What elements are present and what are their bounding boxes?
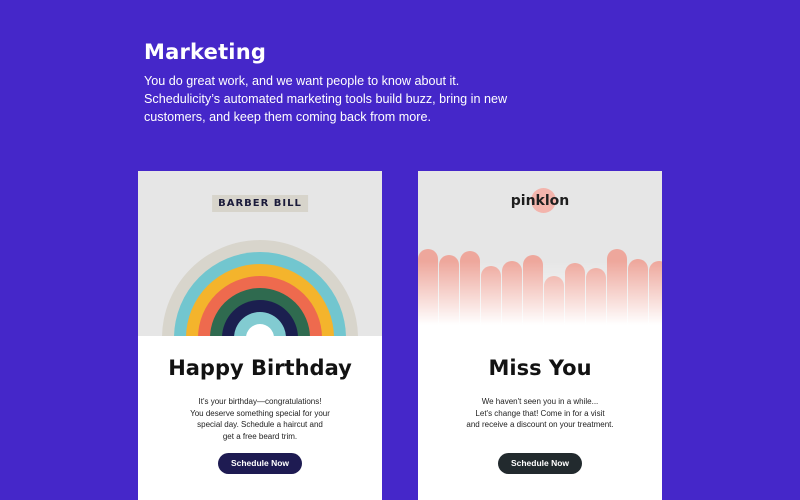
brand-logo: pinklon (510, 193, 570, 209)
card-hero: pinklon (418, 171, 662, 336)
schedule-now-button[interactable]: Schedule Now (498, 453, 582, 474)
card-message: It's your birthday—congratulations! You … (190, 397, 330, 441)
card-headline: Miss You (488, 356, 592, 380)
card-hero: BARBER BILL (138, 171, 382, 336)
marketing-section: Marketing You do great work, and we want… (144, 40, 524, 126)
card-message: We haven't seen you in a while... Let's … (466, 397, 614, 429)
card-headline: Happy Birthday (168, 356, 352, 380)
bars-fade (418, 261, 662, 336)
miss-you-email-card: pinklon Miss You We haven't seen you in … (418, 171, 662, 500)
card-content: Miss You We haven't seen you in a while.… (418, 336, 662, 500)
rainbow-illustration (162, 240, 358, 336)
section-description: You do great work, and we want people to… (144, 74, 508, 124)
section-title: Marketing (144, 40, 267, 64)
birthday-email-card: BARBER BILL Happy Birthday It's your bir… (138, 171, 382, 500)
card-content: Happy Birthday It's your birthday—congra… (138, 336, 382, 500)
schedule-now-button[interactable]: Schedule Now (218, 453, 302, 474)
